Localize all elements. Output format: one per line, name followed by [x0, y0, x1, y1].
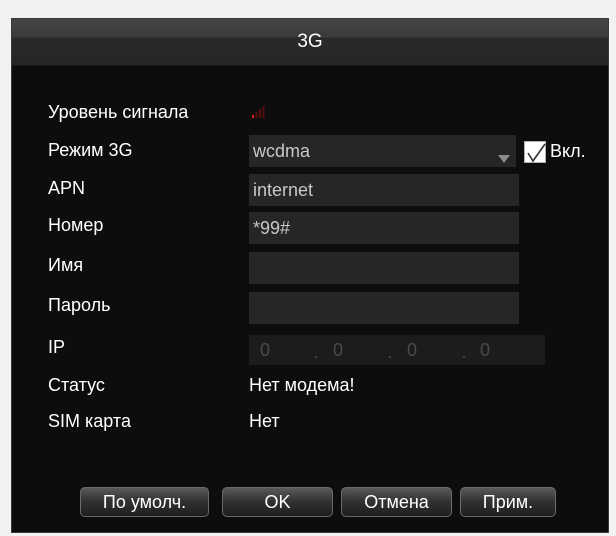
- ip-octet-1[interactable]: 0: [255, 335, 275, 365]
- network-3g-dialog: 3G Уровень сигнала Режим 3G wcdma Вкл. A…: [11, 18, 609, 533]
- enable-3g-checkbox[interactable]: [524, 141, 546, 163]
- number-input[interactable]: *99#: [249, 212, 519, 244]
- apply-button[interactable]: Прим.: [460, 487, 556, 517]
- signal-level-label: Уровень сигнала: [48, 102, 189, 122]
- mode-3g-label: Режим 3G: [48, 140, 133, 160]
- dialog-title: 3G: [297, 31, 323, 52]
- ip-separator: .: [313, 342, 319, 362]
- signal-bar-3: [259, 109, 261, 118]
- mode-3g-select[interactable]: wcdma: [249, 135, 516, 167]
- signal-strength-icon: [252, 106, 265, 118]
- enable-3g-label: Вкл.: [550, 141, 586, 161]
- cancel-button[interactable]: Отмена: [341, 487, 452, 517]
- ip-octet-2[interactable]: 0: [328, 335, 348, 365]
- signal-bar-2: [255, 112, 258, 118]
- sim-card-value: Нет: [249, 411, 280, 431]
- ip-address-input[interactable]: 0 . 0 . 0 . 0: [249, 335, 545, 365]
- mode-3g-value: wcdma: [253, 141, 311, 161]
- ip-octet-3[interactable]: 0: [402, 335, 422, 365]
- checkmark-icon: [527, 143, 546, 163]
- ip-octet-4[interactable]: 0: [475, 335, 495, 365]
- apn-input[interactable]: internet: [249, 174, 519, 206]
- dialog-titlebar: 3G: [12, 19, 608, 66]
- ok-button[interactable]: OK: [222, 487, 333, 517]
- ip-separator: .: [387, 342, 393, 362]
- ip-separator: .: [461, 342, 467, 362]
- signal-bar-1: [252, 115, 254, 118]
- sim-card-label: SIM карта: [48, 411, 131, 431]
- status-value: Нет модема!: [249, 375, 355, 395]
- chevron-down-icon[interactable]: [498, 155, 510, 163]
- status-label: Статус: [48, 375, 105, 395]
- apn-label: APN: [48, 178, 86, 198]
- password-input[interactable]: [249, 292, 519, 324]
- default-button[interactable]: По умолч.: [80, 487, 209, 517]
- password-label: Пароль: [48, 295, 111, 315]
- name-input[interactable]: [249, 252, 519, 284]
- signal-bar-4: [262, 106, 265, 118]
- number-label: Номер: [48, 215, 104, 235]
- name-label: Имя: [48, 255, 84, 275]
- ip-label: IP: [48, 337, 66, 357]
